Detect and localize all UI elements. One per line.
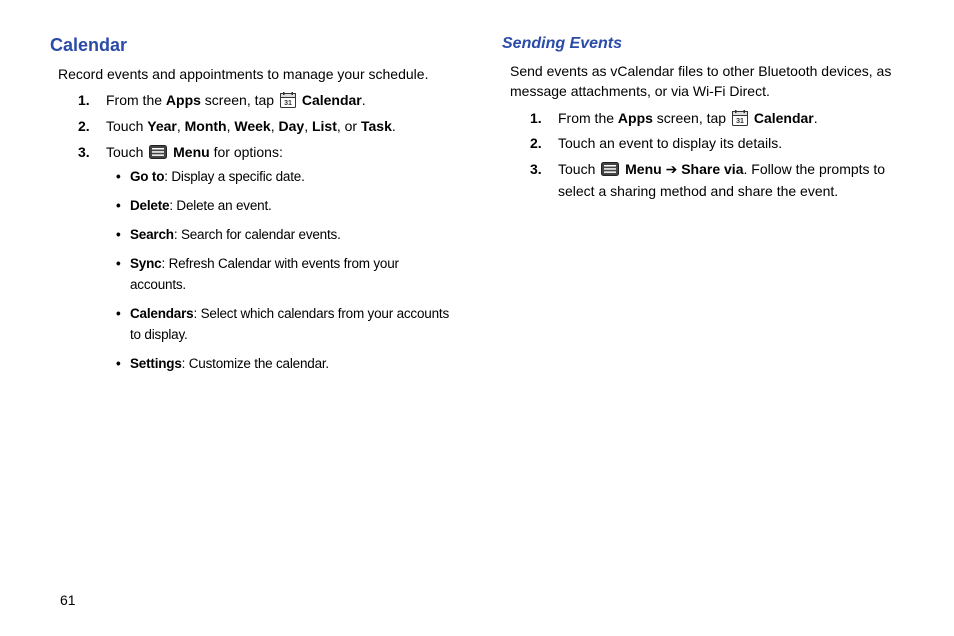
- svg-text:31: 31: [284, 100, 292, 107]
- step-text: From the: [558, 110, 618, 126]
- step-2: 2. Touch an event to display its details…: [530, 133, 904, 155]
- step-num: 3.: [530, 159, 542, 181]
- bold-menu: Menu: [173, 144, 210, 160]
- menu-icon: [149, 144, 167, 158]
- bold-calendar: Calendar: [302, 92, 362, 108]
- bold: Year: [147, 118, 177, 134]
- bold: List: [312, 118, 337, 134]
- bold: Settings: [130, 356, 182, 371]
- step-text: .: [392, 118, 396, 134]
- step-text: From the: [106, 92, 166, 108]
- bold: Search: [130, 227, 174, 242]
- step-text: for options:: [210, 144, 283, 160]
- menu-options: Go to: Display a specific date. Delete: …: [116, 167, 452, 374]
- step-text: screen, tap: [201, 92, 278, 108]
- right-column: Sending Events Send events as vCalendar …: [502, 35, 904, 383]
- calendar-intro: Record events and appointments to manage…: [58, 64, 452, 84]
- bullet-text: : Search for calendar events.: [174, 227, 341, 242]
- bold-apps: Apps: [166, 92, 201, 108]
- step-num: 1.: [78, 90, 90, 112]
- calendar-heading: Calendar: [50, 35, 452, 56]
- bold: Task: [361, 118, 392, 134]
- bullet-goto: Go to: Display a specific date.: [116, 167, 452, 188]
- bullet-sync: Sync: Refresh Calendar with events from …: [116, 254, 452, 296]
- bold: Delete: [130, 198, 169, 213]
- calendar-icon: 31: [280, 92, 296, 108]
- step-text: screen, tap: [653, 110, 730, 126]
- content-columns: Calendar Record events and appointments …: [50, 35, 904, 383]
- bullet-delete: Delete: Delete an event.: [116, 196, 452, 217]
- bold-calendar: Calendar: [754, 110, 814, 126]
- sending-steps: 1. From the Apps screen, tap 31 Calendar…: [530, 108, 904, 203]
- step-text: .: [362, 92, 366, 108]
- page-number: 61: [60, 592, 76, 608]
- svg-text:31: 31: [736, 118, 744, 125]
- bold: Go to: [130, 169, 164, 184]
- bullet-text: : Delete an event.: [169, 198, 271, 213]
- bullet-search: Search: Search for calendar events.: [116, 225, 452, 246]
- bold: Sync: [130, 256, 161, 271]
- sending-events-intro: Send events as vCalendar files to other …: [510, 61, 904, 102]
- sending-events-heading: Sending Events: [502, 35, 904, 53]
- bold-menu: Menu: [625, 161, 662, 177]
- arrow-text: ➔: [662, 161, 682, 177]
- step-text: Touch: [106, 118, 147, 134]
- bullet-settings: Settings: Customize the calendar.: [116, 354, 452, 375]
- step-text: Touch: [106, 144, 147, 160]
- menu-icon: [601, 161, 619, 175]
- calendar-steps: 1. From the Apps screen, tap 31 Calendar…: [78, 90, 452, 374]
- step-text: Touch an event to display its details.: [558, 135, 782, 151]
- step-num: 1.: [530, 108, 542, 130]
- bold: Calendars: [130, 306, 193, 321]
- bullet-text: : Customize the calendar.: [182, 356, 329, 371]
- step-num: 2.: [78, 116, 90, 138]
- step-3: 3. Touch Menu ➔ Share via. Follow the pr…: [530, 159, 904, 202]
- step-num: 2.: [530, 133, 542, 155]
- bold-share: Share via: [681, 161, 743, 177]
- step-text: Touch: [558, 161, 599, 177]
- step-text: .: [814, 110, 818, 126]
- bullet-text: : Refresh Calendar with events from your…: [130, 256, 399, 292]
- bold-apps: Apps: [618, 110, 653, 126]
- step-num: 3.: [78, 142, 90, 164]
- bullet-calendars: Calendars: Select which calendars from y…: [116, 304, 452, 346]
- step-3: 3. Touch Menu for options: Go to: Displa…: [78, 142, 452, 375]
- step-2: 2. Touch Year, Month, Week, Day, List, o…: [78, 116, 452, 138]
- calendar-icon: 31: [732, 110, 748, 126]
- left-column: Calendar Record events and appointments …: [50, 35, 452, 383]
- bold: Day: [279, 118, 305, 134]
- bold: Week: [234, 118, 270, 134]
- bold: Month: [185, 118, 227, 134]
- step-1: 1. From the Apps screen, tap 31 Calendar…: [530, 108, 904, 130]
- bullet-text: : Display a specific date.: [164, 169, 304, 184]
- step-1: 1. From the Apps screen, tap 31 Calendar…: [78, 90, 452, 112]
